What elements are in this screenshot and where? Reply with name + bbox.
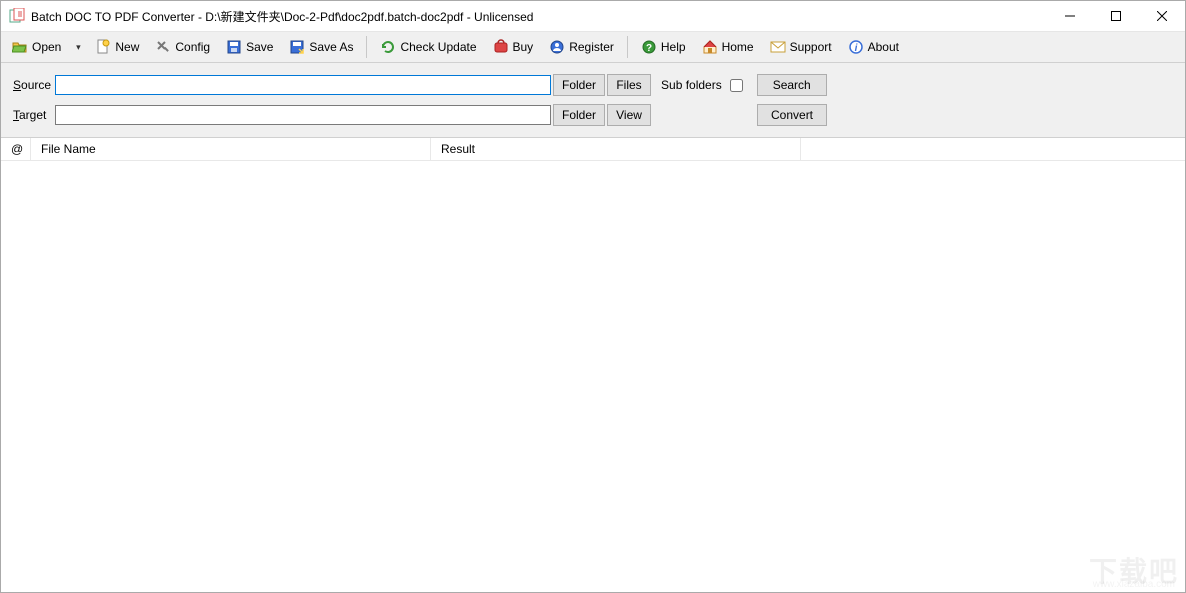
- titlebar: Batch DOC TO PDF Converter - D:\新建文件夹\Do…: [1, 1, 1185, 32]
- home-icon: [702, 39, 718, 55]
- window-controls: [1047, 1, 1185, 31]
- convert-button[interactable]: Convert: [757, 104, 827, 126]
- column-at[interactable]: @: [1, 138, 31, 160]
- minimize-button[interactable]: [1047, 1, 1093, 31]
- help-label: Help: [661, 40, 686, 54]
- help-button[interactable]: ? Help: [634, 33, 693, 61]
- new-file-icon: [95, 39, 111, 55]
- refresh-icon: [380, 39, 396, 55]
- target-row: Target Folder View Convert: [13, 103, 1173, 127]
- about-label: About: [868, 40, 899, 54]
- target-folder-button[interactable]: Folder: [553, 104, 605, 126]
- watermark: 下载吧: [1089, 550, 1179, 590]
- folder-open-icon: [12, 39, 28, 55]
- check-update-label: Check Update: [400, 40, 476, 54]
- minimize-icon: [1065, 11, 1075, 21]
- save-icon: [226, 39, 242, 55]
- source-row: Source Folder Files Sub folders Search: [13, 73, 1173, 97]
- config-label: Config: [175, 40, 210, 54]
- save-label: Save: [246, 40, 273, 54]
- toolbar-separator: [366, 36, 367, 58]
- target-view-button[interactable]: View: [607, 104, 651, 126]
- save-as-button[interactable]: Save As: [282, 33, 360, 61]
- source-folder-button[interactable]: Folder: [553, 74, 605, 96]
- register-icon: [549, 39, 565, 55]
- close-button[interactable]: [1139, 1, 1185, 31]
- support-label: Support: [790, 40, 832, 54]
- app-window: Batch DOC TO PDF Converter - D:\新建文件夹\Do…: [0, 0, 1186, 593]
- target-input[interactable]: [55, 105, 551, 125]
- source-files-button[interactable]: Files: [607, 74, 651, 96]
- register-button[interactable]: Register: [542, 33, 621, 61]
- save-as-label: Save As: [309, 40, 353, 54]
- watermark-url: www.xiazaiba.com: [1093, 579, 1175, 590]
- column-result[interactable]: Result: [431, 138, 801, 160]
- save-button[interactable]: Save: [219, 33, 280, 61]
- column-file-name[interactable]: File Name: [31, 138, 431, 160]
- check-update-button[interactable]: Check Update: [373, 33, 483, 61]
- search-button[interactable]: Search: [757, 74, 827, 96]
- new-label: New: [115, 40, 139, 54]
- maximize-button[interactable]: [1093, 1, 1139, 31]
- subfolders-group: Sub folders: [661, 78, 743, 92]
- form-area: Source Folder Files Sub folders Search T…: [1, 63, 1185, 138]
- home-label: Home: [722, 40, 754, 54]
- home-button[interactable]: Home: [695, 33, 761, 61]
- cart-icon: [493, 39, 509, 55]
- new-button[interactable]: New: [88, 33, 146, 61]
- info-icon: i: [848, 39, 864, 55]
- register-label: Register: [569, 40, 614, 54]
- open-label: Open: [32, 40, 61, 54]
- open-button[interactable]: Open: [5, 33, 68, 61]
- buy-button[interactable]: Buy: [486, 33, 541, 61]
- subfolders-label: Sub folders: [661, 78, 722, 92]
- list-body[interactable]: 下载吧 www.xiazaiba.com: [1, 161, 1185, 592]
- config-icon: [155, 39, 171, 55]
- svg-text:?: ?: [646, 43, 652, 54]
- open-dropdown[interactable]: ▾: [70, 33, 86, 61]
- config-button[interactable]: Config: [148, 33, 217, 61]
- toolbar: Open ▾ New Config Save S: [1, 32, 1185, 63]
- column-spacer: [801, 138, 1185, 160]
- source-input[interactable]: [55, 75, 551, 95]
- help-icon: ?: [641, 39, 657, 55]
- target-label: Target: [13, 108, 55, 122]
- app-icon: [9, 8, 25, 24]
- svg-text:i: i: [854, 43, 857, 54]
- support-button[interactable]: Support: [763, 33, 839, 61]
- mail-icon: [770, 39, 786, 55]
- chevron-down-icon: ▾: [74, 42, 82, 53]
- list-header: @ File Name Result: [1, 138, 1185, 161]
- toolbar-separator: [627, 36, 628, 58]
- window-title: Batch DOC TO PDF Converter - D:\新建文件夹\Do…: [31, 8, 1047, 25]
- subfolders-checkbox[interactable]: [730, 79, 743, 92]
- about-button[interactable]: i About: [841, 33, 906, 61]
- save-as-icon: [289, 39, 305, 55]
- close-icon: [1157, 11, 1167, 21]
- buy-label: Buy: [513, 40, 534, 54]
- maximize-icon: [1111, 11, 1121, 21]
- source-label: Source: [13, 78, 55, 92]
